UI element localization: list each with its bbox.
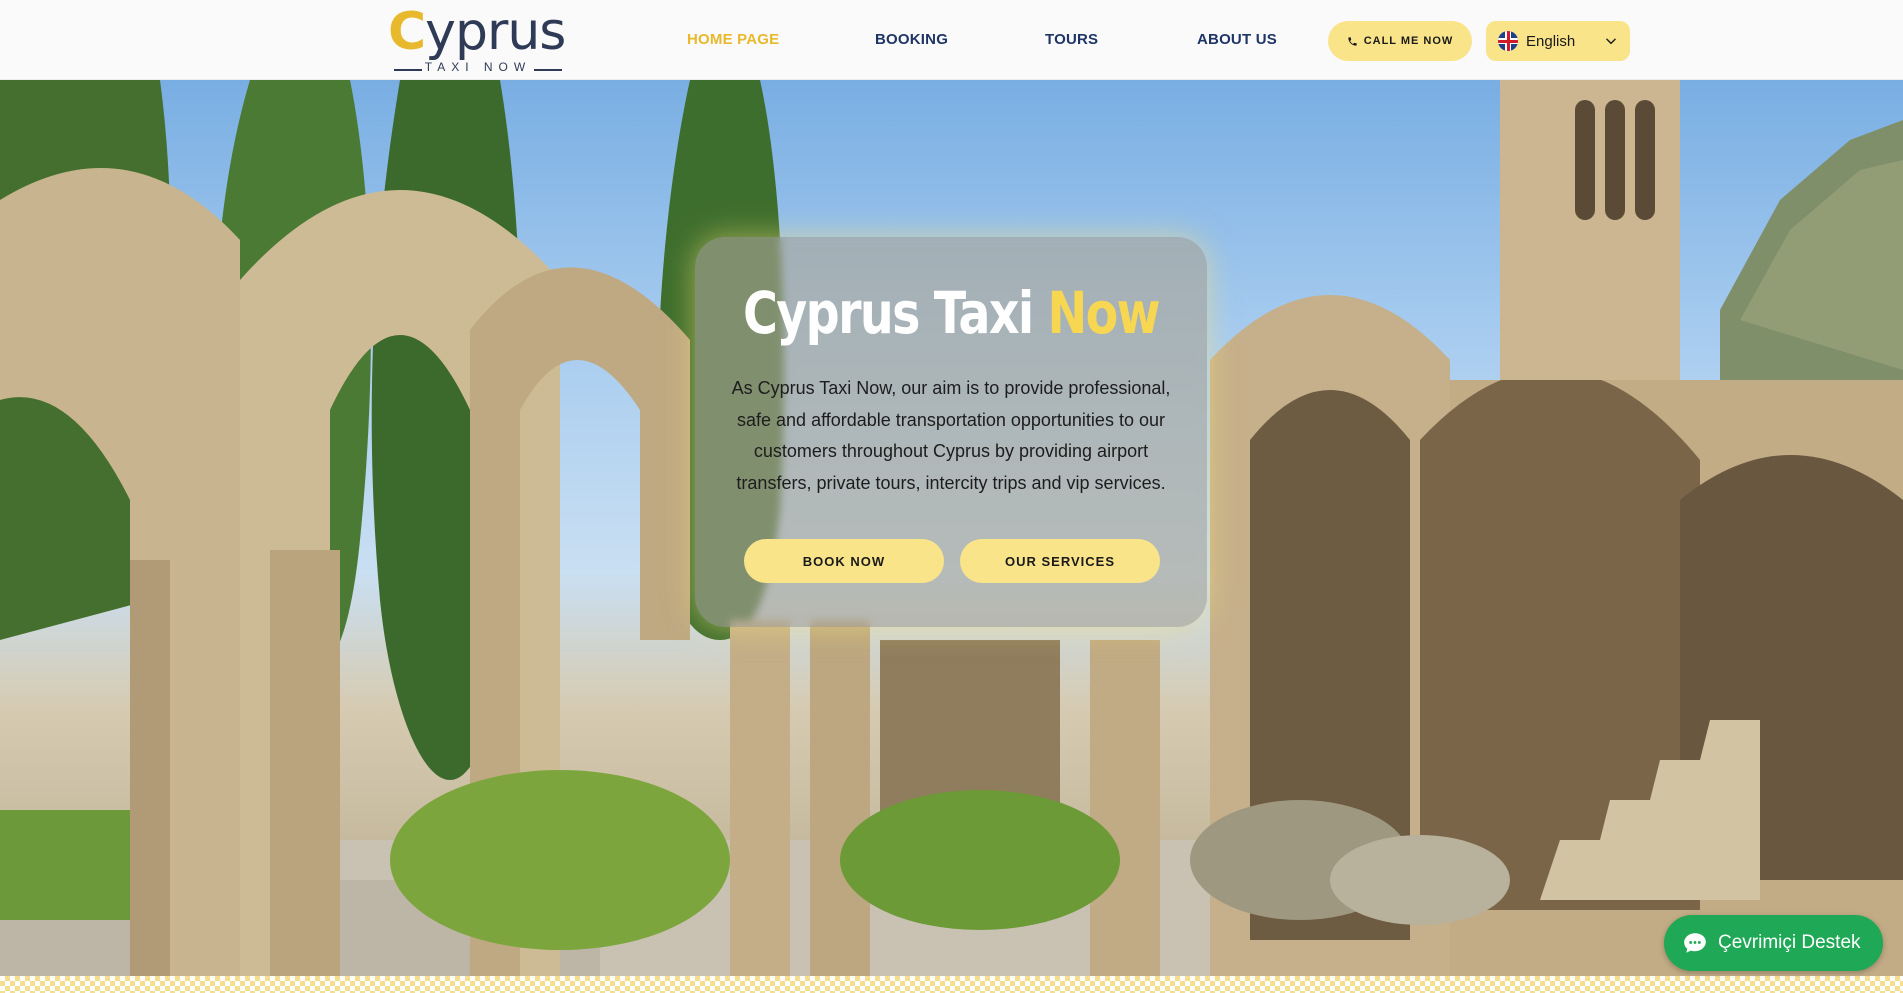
language-selector[interactable]: English	[1486, 21, 1630, 61]
nav-home-page[interactable]: HOME PAGE	[687, 31, 779, 48]
hero-description: As Cyprus Taxi Now, our aim is to provid…	[731, 378, 1171, 493]
chat-label: Çevrimiçi Destek	[1718, 932, 1861, 953]
our-services-button[interactable]: OUR SERVICES	[960, 539, 1160, 583]
chat-bubble-icon	[1684, 933, 1706, 953]
hero-title: Cyprus Taxi Now	[743, 279, 1161, 347]
language-label: English	[1526, 32, 1576, 50]
nav-about-us[interactable]: ABOUT US	[1197, 31, 1277, 48]
phone-icon	[1348, 36, 1357, 46]
logo[interactable]: Cyprus TAXI NOW	[388, 2, 568, 74]
logo-subtitle: TAXI NOW	[424, 60, 532, 74]
logo-line-right	[534, 69, 562, 71]
nav-booking[interactable]: BOOKING	[875, 31, 948, 48]
online-support-chat-button[interactable]: Çevrimiçi Destek	[1664, 915, 1883, 971]
call-label: CALL ME NOW	[1363, 35, 1454, 47]
call-me-now-button[interactable]: CALL ME NOW	[1328, 21, 1472, 61]
uk-flag-icon	[1498, 31, 1518, 51]
hero-section: Cyprus Taxi Now As Cyprus Taxi Now, our …	[0, 80, 1903, 976]
chevron-down-icon	[1606, 38, 1616, 45]
logo-wordmark: Cyprus	[388, 2, 566, 62]
checkered-border	[0, 976, 1903, 993]
site-header: Cyprus TAXI NOW HOME PAGE BOOKING TOURS …	[0, 0, 1903, 80]
book-now-button[interactable]: BOOK NOW	[744, 539, 944, 583]
nav-tours[interactable]: TOURS	[1045, 31, 1098, 48]
